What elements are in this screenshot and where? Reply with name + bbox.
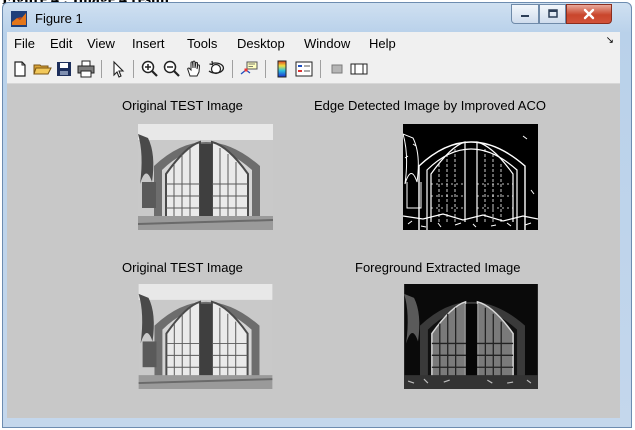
title-bar[interactable]: Figure 1 (3, 3, 631, 33)
menu-edit[interactable]: Edit (50, 36, 72, 51)
toolbar-separator (320, 60, 321, 78)
subplot-title-original-1: Original TEST Image (122, 98, 243, 113)
data-cursor-icon[interactable] (239, 59, 259, 79)
figure-toolbar (7, 54, 620, 84)
hide-plot-tools-icon[interactable] (327, 59, 347, 79)
maximize-button[interactable] (539, 4, 566, 24)
menu-desktop[interactable]: Desktop (237, 36, 285, 51)
original-test-image-1 (138, 124, 273, 230)
menu-window[interactable]: Window (304, 36, 350, 51)
minimize-button[interactable] (511, 4, 539, 24)
toolbar-separator (133, 60, 134, 78)
subplot-title-original-2: Original TEST Image (122, 260, 243, 275)
original-test-image-2 (138, 284, 273, 389)
window-title: Figure 1 (35, 11, 83, 26)
subplot-title-foreground: Foreground Extracted Image (355, 260, 521, 275)
pan-icon[interactable] (184, 59, 204, 79)
new-figure-icon[interactable] (10, 59, 30, 79)
maximize-icon (547, 9, 558, 18)
menu-tools[interactable]: Tools (187, 36, 217, 51)
pointer-icon[interactable] (108, 59, 128, 79)
toolbar-separator (265, 60, 266, 78)
menu-dock-arrow-icon[interactable]: ↘ (606, 35, 614, 46)
minimize-icon (521, 15, 529, 17)
open-file-icon[interactable] (32, 59, 52, 79)
matlab-logo-icon (11, 11, 27, 27)
zoom-in-icon[interactable] (140, 59, 160, 79)
toolbar-separator (101, 60, 102, 78)
foreground-extracted-image (404, 284, 538, 389)
menu-file[interactable]: File (14, 36, 35, 51)
legend-icon[interactable] (294, 59, 314, 79)
menu-insert[interactable]: Insert (132, 36, 165, 51)
show-plot-tools-icon[interactable] (349, 59, 369, 79)
toolbar-separator (232, 60, 233, 78)
zoom-out-icon[interactable] (162, 59, 182, 79)
close-button[interactable] (566, 4, 612, 24)
save-icon[interactable] (54, 59, 74, 79)
menu-bar: File Edit View Insert Tools Desktop Wind… (7, 32, 620, 54)
subplot-title-edge: Edge Detected Image by Improved ACO (314, 98, 546, 113)
menu-view[interactable]: View (87, 36, 115, 51)
print-icon[interactable] (76, 59, 96, 79)
edge-detected-image (403, 124, 538, 230)
close-icon (583, 8, 595, 20)
colorbar-icon[interactable] (272, 59, 292, 79)
menu-help[interactable]: Help (369, 36, 396, 51)
rotate-3d-icon[interactable] (206, 59, 226, 79)
